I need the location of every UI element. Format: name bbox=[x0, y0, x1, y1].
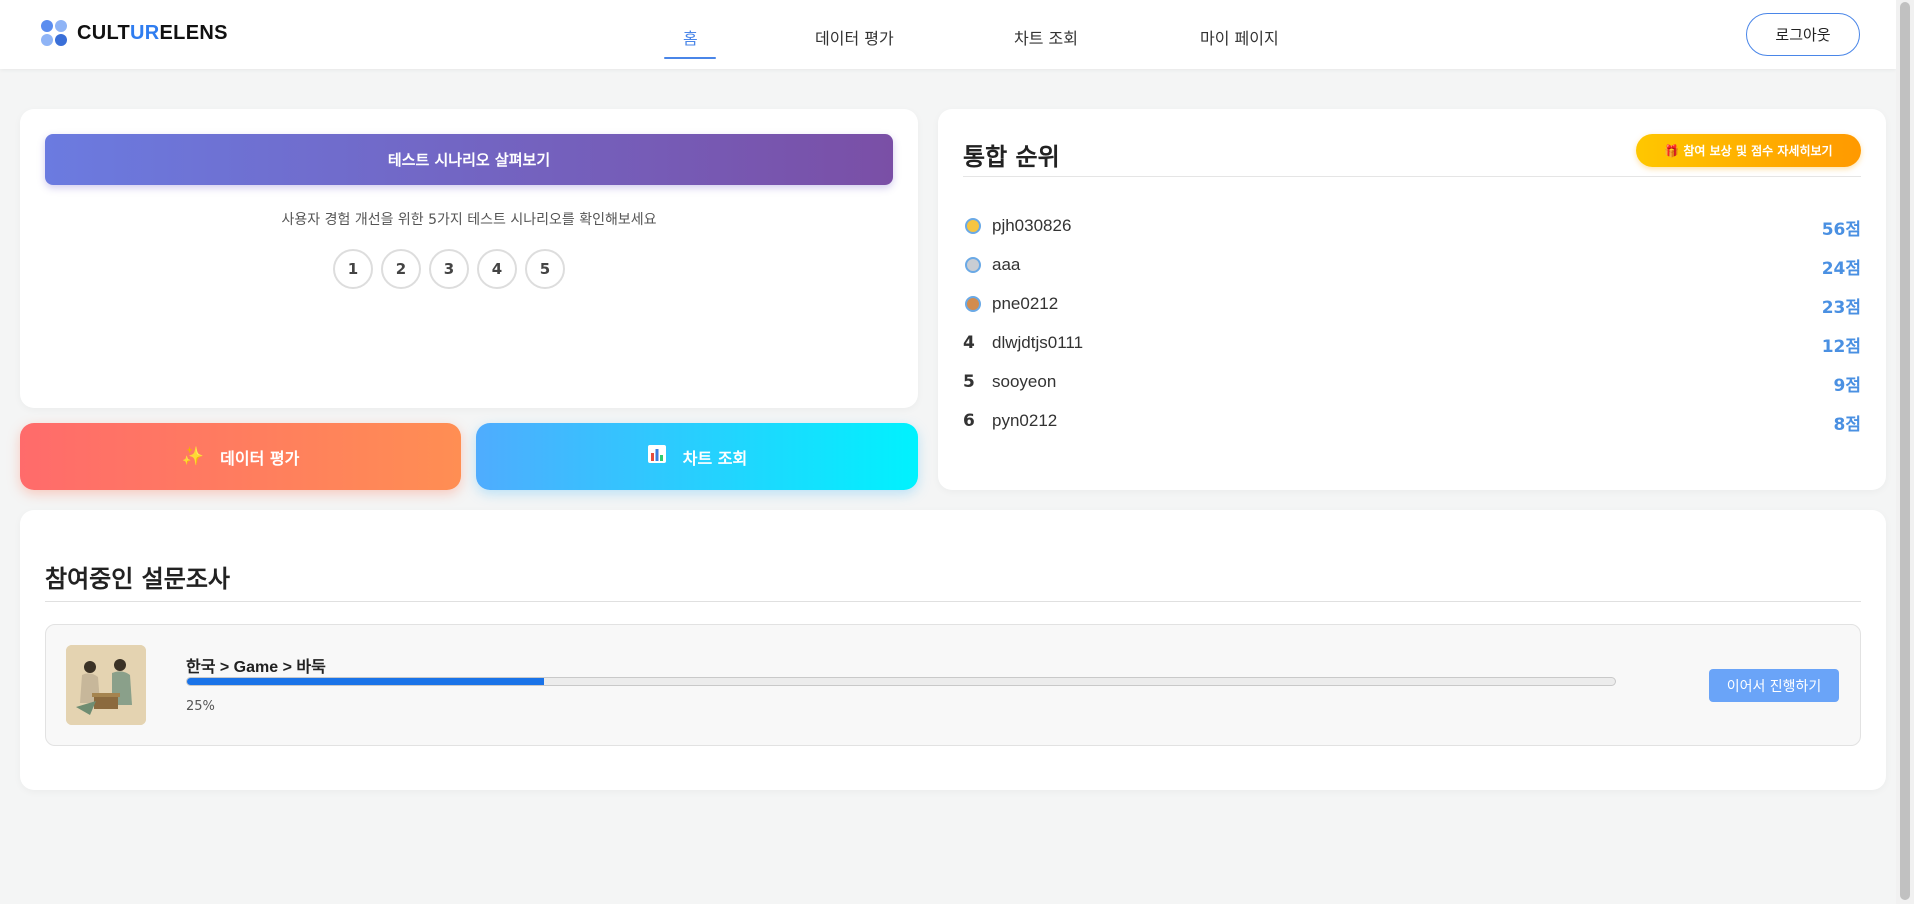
ranking-title: 통합 순위 bbox=[963, 143, 1060, 171]
gold-medal-icon bbox=[965, 218, 981, 234]
survey-progress-text: 25% bbox=[186, 699, 215, 714]
ranking-username: aaa bbox=[992, 255, 1021, 274]
survey-category-path: 한국 > Game > 바둑 bbox=[186, 659, 326, 676]
survey-progress-fill bbox=[187, 678, 544, 685]
ranking-card: 통합 순위 🎁 참여 보상 및 점수 자세히보기 pjh030826 56점 aa… bbox=[938, 109, 1886, 490]
active-surveys-card: 참여중인 설문조사 한국 > Game > 바둑 25% 이어서 진행하기 bbox=[20, 510, 1886, 790]
ranking-username: pjh030826 bbox=[992, 216, 1072, 235]
ranking-username: pyn0212 bbox=[992, 411, 1058, 430]
chart-view-label: 차트 조회 bbox=[682, 448, 748, 468]
bar-chart-icon bbox=[647, 444, 667, 469]
scenario-description: 사용자 경험 개선을 위한 5가지 테스트 시나리오를 확인해보세요 bbox=[281, 212, 657, 228]
ranking-username: dlwjdtjs0111 bbox=[992, 333, 1084, 352]
survey-item: 한국 > Game > 바둑 25% 이어서 진행하기 bbox=[45, 624, 1861, 746]
active-surveys-title: 참여중인 설문조사 bbox=[45, 565, 230, 593]
scenario-step-button[interactable]: 4 bbox=[477, 249, 517, 289]
survey-thumbnail bbox=[66, 645, 146, 725]
scenario-step-button[interactable]: 2 bbox=[381, 249, 421, 289]
bronze-medal-icon bbox=[965, 296, 981, 312]
ranking-position: 5 bbox=[963, 372, 975, 392]
nav-active-indicator bbox=[664, 57, 716, 59]
ranking-score: 12점 bbox=[1821, 337, 1861, 357]
survey-divider bbox=[45, 601, 1861, 602]
ranking-row: pne0212 23점 bbox=[963, 292, 1861, 318]
silver-medal-icon bbox=[965, 257, 981, 273]
scenario-step-button[interactable]: 1 bbox=[333, 249, 373, 289]
ranking-score: 23점 bbox=[1821, 298, 1861, 318]
ranking-username: pne0212 bbox=[992, 294, 1059, 313]
logo-text: CULTURELENS bbox=[77, 22, 228, 44]
survey-progress-bar bbox=[186, 677, 1616, 686]
ranking-row: 5 sooyeon 9점 bbox=[963, 370, 1861, 396]
top-header: CULTURELENS 홈 데이터 평가 차트 조회 마이 페이지 로그아웃 bbox=[0, 0, 1896, 69]
logout-button[interactable]: 로그아웃 bbox=[1746, 13, 1860, 56]
logo[interactable]: CULTURELENS bbox=[40, 19, 228, 48]
data-evaluation-label: 데이터 평가 bbox=[220, 448, 300, 468]
test-scenario-card: 테스트 시나리오 살펴보기 사용자 경험 개선을 위한 5가지 테스트 시나리오… bbox=[20, 109, 918, 408]
ranking-divider bbox=[963, 176, 1861, 177]
ranking-row: 4 dlwjdtjs0111 12점 bbox=[963, 331, 1861, 357]
nav-data-evaluation[interactable]: 데이터 평가 bbox=[815, 25, 894, 49]
gift-icon: 🎁 bbox=[1664, 144, 1680, 158]
scenario-step-button[interactable]: 3 bbox=[429, 249, 469, 289]
chart-view-button[interactable]: 차트 조회 bbox=[476, 423, 918, 490]
ranking-row: pjh030826 56점 bbox=[963, 214, 1861, 240]
logo-mark-icon bbox=[40, 19, 69, 48]
ranking-score: 8점 bbox=[1833, 415, 1861, 435]
ranking-position: 4 bbox=[963, 333, 975, 353]
nav-my-page[interactable]: 마이 페이지 bbox=[1200, 25, 1279, 49]
ranking-username: sooyeon bbox=[992, 372, 1057, 391]
ranking-score: 56점 bbox=[1821, 220, 1861, 240]
data-evaluation-button[interactable]: ✨ 데이터 평가 bbox=[20, 423, 461, 490]
ranking-position: 6 bbox=[963, 411, 975, 431]
nav-home[interactable]: 홈 bbox=[683, 25, 698, 49]
ranking-score: 9점 bbox=[1833, 376, 1861, 396]
ranking-score: 24점 bbox=[1821, 259, 1861, 279]
page-scrollbar[interactable] bbox=[1896, 0, 1914, 904]
continue-survey-button[interactable]: 이어서 진행하기 bbox=[1709, 669, 1839, 702]
reward-details-button[interactable]: 🎁 참여 보상 및 점수 자세히보기 bbox=[1636, 134, 1861, 167]
ranking-row: 6 pyn0212 8점 bbox=[963, 409, 1861, 435]
scenario-step-button[interactable]: 5 bbox=[525, 249, 565, 289]
ranking-row: aaa 24점 bbox=[963, 253, 1861, 279]
view-test-scenarios-button[interactable]: 테스트 시나리오 살펴보기 bbox=[45, 134, 893, 185]
nav-chart-view[interactable]: 차트 조회 bbox=[1014, 25, 1078, 49]
scrollbar-thumb[interactable] bbox=[1900, 2, 1910, 900]
sparkles-icon: ✨ bbox=[181, 446, 205, 467]
